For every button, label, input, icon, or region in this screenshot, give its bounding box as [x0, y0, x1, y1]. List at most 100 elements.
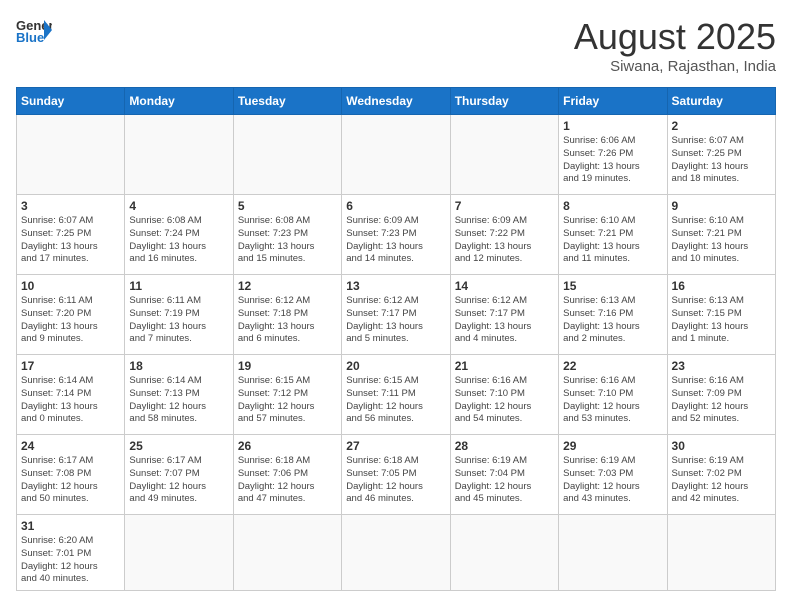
- calendar-cell: [17, 115, 125, 195]
- calendar-week-row: 10 Sunrise: 6:11 AM Sunset: 7:20 PM Dayli…: [17, 275, 776, 355]
- calendar-cell: 1 Sunrise: 6:06 AM Sunset: 7:26 PM Daylig…: [559, 115, 667, 195]
- calendar-table: SundayMondayTuesdayWednesdayThursdayFrid…: [16, 87, 776, 591]
- day-info: Sunrise: 6:13 AM Sunset: 7:15 PM Dayligh…: [672, 295, 771, 346]
- day-number: 18: [129, 359, 228, 373]
- weekday-header-sunday: Sunday: [17, 88, 125, 115]
- calendar-cell: 30Sunrise: 6:19 AM Sunset: 7:02 PM Dayli…: [667, 435, 775, 515]
- calendar-cell: 6Sunrise: 6:09 AM Sunset: 7:23 PM Daylig…: [342, 195, 450, 275]
- title-block: August 2025 Siwana, Rajasthan, India: [574, 16, 776, 75]
- day-number: 4: [129, 199, 228, 213]
- calendar-cell: [233, 515, 341, 591]
- day-info: Sunrise: 6:08 AM Sunset: 7:23 PM Dayligh…: [238, 215, 337, 266]
- day-info: Sunrise: 6:11 AM Sunset: 7:19 PM Dayligh…: [129, 295, 228, 346]
- day-number: 2: [672, 119, 771, 133]
- day-number: 15: [563, 279, 662, 293]
- weekday-header-friday: Friday: [559, 88, 667, 115]
- day-info: Sunrise: 6:16 AM Sunset: 7:10 PM Dayligh…: [563, 375, 662, 426]
- weekday-header-wednesday: Wednesday: [342, 88, 450, 115]
- calendar-cell: [667, 515, 775, 591]
- weekday-header-tuesday: Tuesday: [233, 88, 341, 115]
- day-number: 12: [238, 279, 337, 293]
- day-info: Sunrise: 6:07 AM Sunset: 7:25 PM Dayligh…: [21, 215, 120, 266]
- day-number: 17: [21, 359, 120, 373]
- weekday-header-row: SundayMondayTuesdayWednesdayThursdayFrid…: [17, 88, 776, 115]
- calendar-cell: 18Sunrise: 6:14 AM Sunset: 7:13 PM Dayli…: [125, 355, 233, 435]
- day-number: 21: [455, 359, 554, 373]
- weekday-header-saturday: Saturday: [667, 88, 775, 115]
- day-info: Sunrise: 6:06 AM Sunset: 7:26 PM Dayligh…: [563, 135, 662, 186]
- weekday-header-thursday: Thursday: [450, 88, 558, 115]
- day-info: Sunrise: 6:16 AM Sunset: 7:09 PM Dayligh…: [672, 375, 771, 426]
- day-number: 28: [455, 439, 554, 453]
- calendar-cell: [233, 115, 341, 195]
- calendar-cell: 27 Sunrise: 6:18 AM Sunset: 7:05 PM Dayli…: [342, 435, 450, 515]
- calendar-subtitle: Siwana, Rajasthan, India: [574, 58, 776, 75]
- day-number: 9: [672, 199, 771, 213]
- calendar-cell: 23Sunrise: 6:16 AM Sunset: 7:09 PM Dayli…: [667, 355, 775, 435]
- day-number: 31: [21, 519, 120, 533]
- day-number: 24: [21, 439, 120, 453]
- day-number: 26: [238, 439, 337, 453]
- day-info: Sunrise: 6:19 AM Sunset: 7:04 PM Dayligh…: [455, 455, 554, 506]
- day-info: Sunrise: 6:14 AM Sunset: 7:14 PM Dayligh…: [21, 375, 120, 426]
- day-info: Sunrise: 6:15 AM Sunset: 7:11 PM Dayligh…: [346, 375, 445, 426]
- calendar-cell: [342, 115, 450, 195]
- day-info: Sunrise: 6:17 AM Sunset: 7:07 PM Dayligh…: [129, 455, 228, 506]
- day-number: 20: [346, 359, 445, 373]
- day-info: Sunrise: 6:12 AM Sunset: 7:17 PM Dayligh…: [346, 295, 445, 346]
- day-number: 27: [346, 439, 445, 453]
- day-number: 25: [129, 439, 228, 453]
- day-number: 1: [563, 119, 662, 133]
- day-number: 13: [346, 279, 445, 293]
- calendar-cell: [342, 515, 450, 591]
- day-number: 29: [563, 439, 662, 453]
- calendar-cell: [125, 515, 233, 591]
- calendar-cell: [125, 115, 233, 195]
- calendar-cell: 5 Sunrise: 6:08 AM Sunset: 7:23 PM Daylig…: [233, 195, 341, 275]
- day-info: Sunrise: 6:10 AM Sunset: 7:21 PM Dayligh…: [672, 215, 771, 266]
- day-info: Sunrise: 6:12 AM Sunset: 7:18 PM Dayligh…: [238, 295, 337, 346]
- calendar-cell: 10 Sunrise: 6:11 AM Sunset: 7:20 PM Dayli…: [17, 275, 125, 355]
- calendar-cell: 19 Sunrise: 6:15 AM Sunset: 7:12 PM Dayli…: [233, 355, 341, 435]
- day-info: Sunrise: 6:08 AM Sunset: 7:24 PM Dayligh…: [129, 215, 228, 266]
- calendar-cell: 24 Sunrise: 6:17 AM Sunset: 7:08 PM Dayli…: [17, 435, 125, 515]
- calendar-cell: 8Sunrise: 6:10 AM Sunset: 7:21 PM Daylig…: [559, 195, 667, 275]
- calendar-cell: 4 Sunrise: 6:08 AM Sunset: 7:24 PM Daylig…: [125, 195, 233, 275]
- day-info: Sunrise: 6:11 AM Sunset: 7:20 PM Dayligh…: [21, 295, 120, 346]
- day-info: Sunrise: 6:09 AM Sunset: 7:22 PM Dayligh…: [455, 215, 554, 266]
- day-number: 5: [238, 199, 337, 213]
- calendar-cell: 11 Sunrise: 6:11 AM Sunset: 7:19 PM Dayli…: [125, 275, 233, 355]
- calendar-cell: 3Sunrise: 6:07 AM Sunset: 7:25 PM Daylig…: [17, 195, 125, 275]
- calendar-cell: 12 Sunrise: 6:12 AM Sunset: 7:18 PM Dayli…: [233, 275, 341, 355]
- day-info: Sunrise: 6:19 AM Sunset: 7:03 PM Dayligh…: [563, 455, 662, 506]
- day-info: Sunrise: 6:15 AM Sunset: 7:12 PM Dayligh…: [238, 375, 337, 426]
- calendar-cell: [559, 515, 667, 591]
- day-info: Sunrise: 6:19 AM Sunset: 7:02 PM Dayligh…: [672, 455, 771, 506]
- day-number: 6: [346, 199, 445, 213]
- day-number: 19: [238, 359, 337, 373]
- day-number: 22: [563, 359, 662, 373]
- day-number: 16: [672, 279, 771, 293]
- svg-text:Blue: Blue: [16, 30, 44, 44]
- calendar-cell: 28 Sunrise: 6:19 AM Sunset: 7:04 PM Dayli…: [450, 435, 558, 515]
- day-info: Sunrise: 6:16 AM Sunset: 7:10 PM Dayligh…: [455, 375, 554, 426]
- calendar-week-row: 24 Sunrise: 6:17 AM Sunset: 7:08 PM Dayli…: [17, 435, 776, 515]
- calendar-cell: 15Sunrise: 6:13 AM Sunset: 7:16 PM Dayli…: [559, 275, 667, 355]
- calendar-cell: 14Sunrise: 6:12 AM Sunset: 7:17 PM Dayli…: [450, 275, 558, 355]
- calendar-cell: 25 Sunrise: 6:17 AM Sunset: 7:07 PM Dayli…: [125, 435, 233, 515]
- day-info: Sunrise: 6:10 AM Sunset: 7:21 PM Dayligh…: [563, 215, 662, 266]
- day-number: 7: [455, 199, 554, 213]
- day-info: Sunrise: 6:07 AM Sunset: 7:25 PM Dayligh…: [672, 135, 771, 186]
- calendar-week-row: 31Sunrise: 6:20 AM Sunset: 7:01 PM Dayli…: [17, 515, 776, 591]
- calendar-cell: 9 Sunrise: 6:10 AM Sunset: 7:21 PM Daylig…: [667, 195, 775, 275]
- calendar-cell: [450, 115, 558, 195]
- calendar-cell: 22 Sunrise: 6:16 AM Sunset: 7:10 PM Dayli…: [559, 355, 667, 435]
- day-info: Sunrise: 6:18 AM Sunset: 7:05 PM Dayligh…: [346, 455, 445, 506]
- day-info: Sunrise: 6:17 AM Sunset: 7:08 PM Dayligh…: [21, 455, 120, 506]
- day-number: 11: [129, 279, 228, 293]
- calendar-week-row: 3Sunrise: 6:07 AM Sunset: 7:25 PM Daylig…: [17, 195, 776, 275]
- day-number: 10: [21, 279, 120, 293]
- calendar-week-row: 1 Sunrise: 6:06 AM Sunset: 7:26 PM Daylig…: [17, 115, 776, 195]
- calendar-cell: 16 Sunrise: 6:13 AM Sunset: 7:15 PM Dayli…: [667, 275, 775, 355]
- calendar-cell: 31Sunrise: 6:20 AM Sunset: 7:01 PM Dayli…: [17, 515, 125, 591]
